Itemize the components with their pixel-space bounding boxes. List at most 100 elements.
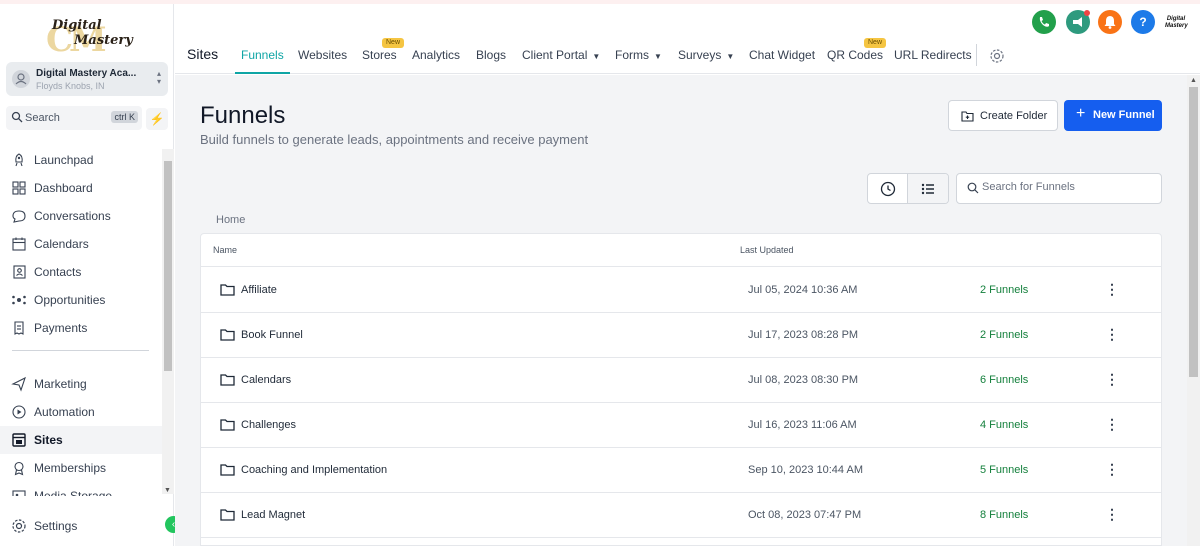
- account-switcher[interactable]: Digital Mastery Aca... Floyds Knobs, IN …: [6, 62, 168, 96]
- folder-icon: [220, 464, 235, 476]
- more-vertical-icon[interactable]: ⋮: [1105, 415, 1119, 435]
- folder-name[interactable]: Challenges: [241, 419, 296, 431]
- breadcrumb[interactable]: Home: [216, 214, 245, 226]
- funnel-search-input[interactable]: [982, 181, 1152, 193]
- sidebar-divider: [12, 350, 149, 351]
- sidebar-scrollbar-thumb[interactable]: [164, 161, 172, 371]
- sidebar-item-launchpad[interactable]: Launchpad: [0, 146, 162, 174]
- quick-action-bolt-icon[interactable]: ⚡: [146, 108, 168, 130]
- sites-settings-gear-icon[interactable]: [989, 48, 1005, 64]
- tab-websites[interactable]: Websites: [298, 42, 347, 74]
- sites-tabs: Sites Funnels Websites Stores New Analyti…: [175, 38, 1200, 74]
- sidebar-item-automation[interactable]: Automation: [0, 398, 162, 426]
- folder-funnel-count: 4 Funnels: [980, 419, 1029, 431]
- tab-qr-codes[interactable]: QR Codes New: [827, 38, 887, 74]
- calendar-icon: [12, 237, 26, 251]
- tab-url-redirects[interactable]: URL Redirects: [894, 42, 972, 74]
- rocket-icon: [15, 153, 23, 167]
- create-folder-button[interactable]: Create Folder: [948, 100, 1058, 131]
- folder-name[interactable]: Coaching and Implementation: [241, 464, 387, 476]
- sidebar-item-opportunities[interactable]: Opportunities: [0, 286, 162, 314]
- folder-icon: [220, 284, 235, 296]
- sidebar-item-contacts[interactable]: Contacts: [0, 258, 162, 286]
- sidebar-item-sites[interactable]: Sites: [0, 426, 162, 454]
- folder-name[interactable]: Affiliate: [241, 284, 277, 296]
- sidebar: CM Digital Mastery Digital Mastery Aca..…: [0, 4, 182, 546]
- bell-icon[interactable]: [1098, 10, 1122, 34]
- folder-funnel-count: 8 Funnels: [980, 509, 1029, 521]
- more-vertical-icon[interactable]: ⋮: [1105, 505, 1119, 525]
- list-view-button[interactable]: [908, 174, 948, 203]
- brand-logo[interactable]: CM Digital Mastery: [44, 16, 133, 60]
- table-row[interactable]: Calendars Jul 08, 2023 08:30 PM 6 Funnels ⋮: [201, 358, 1161, 403]
- tab-analytics[interactable]: Analytics: [412, 42, 460, 74]
- sidebar-item-dashboard[interactable]: Dashboard: [0, 174, 162, 202]
- folder-funnel-count: 6 Funnels: [980, 374, 1029, 386]
- tab-funnels[interactable]: Funnels: [235, 42, 290, 74]
- table-row[interactable]: Coaching and Implementation Sep 10, 2023 …: [201, 448, 1161, 493]
- folder-name[interactable]: Book Funnel: [241, 329, 303, 341]
- gear-icon: [12, 519, 26, 533]
- table-row[interactable]: Challenges Jul 16, 2023 11:06 AM 4 Funnels…: [201, 403, 1161, 448]
- megaphone-icon[interactable]: [1066, 10, 1090, 34]
- folder-last-updated: Sep 10, 2023 10:44 AM: [748, 464, 863, 476]
- column-header-name[interactable]: Name: [213, 245, 237, 255]
- user-avatar[interactable]: Digital Mastery: [1165, 16, 1188, 29]
- more-vertical-icon[interactable]: ⋮: [1105, 370, 1119, 390]
- page-subtitle: Build funnels to generate leads, appoint…: [200, 132, 589, 147]
- sidebar-item-payments[interactable]: Payments: [0, 314, 162, 342]
- table-row[interactable]: Affiliate Jul 05, 2024 10:36 AM 2 Funnels ⋮: [201, 268, 1161, 313]
- main-scrollbar[interactable]: ▲: [1187, 75, 1200, 546]
- folder-icon: [220, 329, 235, 341]
- folder-name[interactable]: Calendars: [241, 374, 291, 386]
- tab-blogs[interactable]: Blogs: [476, 42, 506, 74]
- more-vertical-icon[interactable]: ⋮: [1105, 460, 1119, 480]
- help-icon[interactable]: ?: [1131, 10, 1155, 34]
- table-row[interactable]: Book Funnel Jul 17, 2023 08:28 PM 2 Funnel…: [201, 313, 1161, 358]
- table-row[interactable]: Lead Magnet Oct 08, 2023 07:47 PM 8 Funnel…: [201, 493, 1161, 538]
- sidebar-item-settings[interactable]: Settings: [0, 512, 174, 540]
- sidebar-item-label: Opportunities: [34, 293, 106, 307]
- phone-icon[interactable]: [1032, 10, 1056, 34]
- funnels-table: Name Last Updated Affiliate Jul 05, 2024 …: [200, 233, 1162, 546]
- chevron-down-icon: ▼: [654, 52, 662, 61]
- sidebar-item-media-storage[interactable]: Media Storage: [0, 482, 162, 496]
- sidebar-item-conversations[interactable]: Conversations: [0, 202, 162, 230]
- new-badge: New: [382, 38, 405, 48]
- logo-line1: Digital: [52, 18, 102, 33]
- sidebar-item-label: Payments: [34, 321, 88, 335]
- folder-name[interactable]: Lead Magnet: [241, 509, 305, 521]
- logo-line2: Mastery: [74, 33, 133, 48]
- search-icon: [967, 182, 979, 194]
- page-title: Funnels: [200, 102, 286, 129]
- chat-icon: [12, 210, 26, 223]
- sidebar-item-calendars[interactable]: Calendars: [0, 230, 162, 258]
- tab-client-portal[interactable]: Client Portal ▼: [522, 42, 600, 74]
- main-scrollbar-thumb[interactable]: [1189, 87, 1198, 377]
- automation-icon: [12, 405, 26, 419]
- new-funnel-button[interactable]: + New Funnel: [1064, 100, 1162, 131]
- tab-surveys[interactable]: Surveys ▼: [678, 42, 734, 74]
- funnel-search: [956, 173, 1162, 204]
- search-label: Search: [25, 112, 60, 124]
- tab-stores[interactable]: Stores New: [362, 38, 405, 74]
- more-vertical-icon[interactable]: ⋮: [1105, 280, 1119, 300]
- sidebar-item-label: Dashboard: [34, 181, 93, 195]
- scroll-up-arrow-icon[interactable]: ▲: [1190, 77, 1197, 84]
- column-header-last-updated[interactable]: Last Updated: [740, 245, 794, 255]
- folder-icon: [220, 509, 235, 521]
- tab-forms[interactable]: Forms ▼: [615, 42, 662, 74]
- scroll-down-arrow-icon[interactable]: ▼: [164, 487, 171, 494]
- recent-view-button[interactable]: [868, 174, 908, 203]
- tab-chat-widget[interactable]: Chat Widget: [749, 42, 815, 74]
- sidebar-item-memberships[interactable]: Memberships: [0, 454, 162, 482]
- sidebar-scrollbar[interactable]: ▼: [162, 149, 174, 494]
- more-vertical-icon[interactable]: ⋮: [1105, 325, 1119, 345]
- sidebar-search[interactable]: Search ctrl K: [6, 106, 142, 130]
- clock-icon: [880, 181, 896, 197]
- folder-funnel-count: 2 Funnels: [980, 329, 1029, 341]
- search-shortcut: ctrl K: [111, 111, 138, 123]
- folder-last-updated: Jul 17, 2023 08:28 PM: [748, 329, 859, 341]
- sidebar-item-marketing[interactable]: Marketing: [0, 370, 162, 398]
- sidebar-nav: Launchpad Dashboard Conversations Calendars…: [0, 146, 162, 496]
